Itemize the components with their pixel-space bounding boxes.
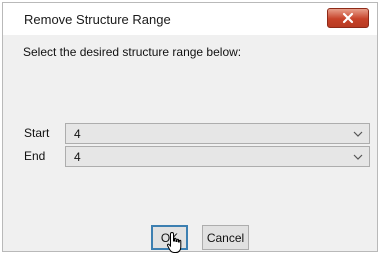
start-label: Start [24,126,50,140]
chevron-down-icon [353,131,363,137]
end-label: End [24,149,46,163]
start-select-value: 4 [74,127,81,141]
cancel-button[interactable]: Cancel [202,225,249,250]
close-button[interactable] [327,8,369,28]
start-select[interactable]: 4 [65,123,370,144]
chevron-down-icon [353,154,363,160]
title-bar: Remove Structure Range [3,3,377,35]
instruction-text: Select the desired structure range below… [23,45,242,59]
dialog-title: Remove Structure Range [24,12,171,27]
end-select[interactable]: 4 [65,146,370,167]
hand-pointer-cursor-icon [166,231,182,253]
end-select-value: 4 [74,150,81,164]
remove-structure-range-dialog: Remove Structure Range Select the desire… [2,2,378,253]
close-icon [342,12,354,24]
